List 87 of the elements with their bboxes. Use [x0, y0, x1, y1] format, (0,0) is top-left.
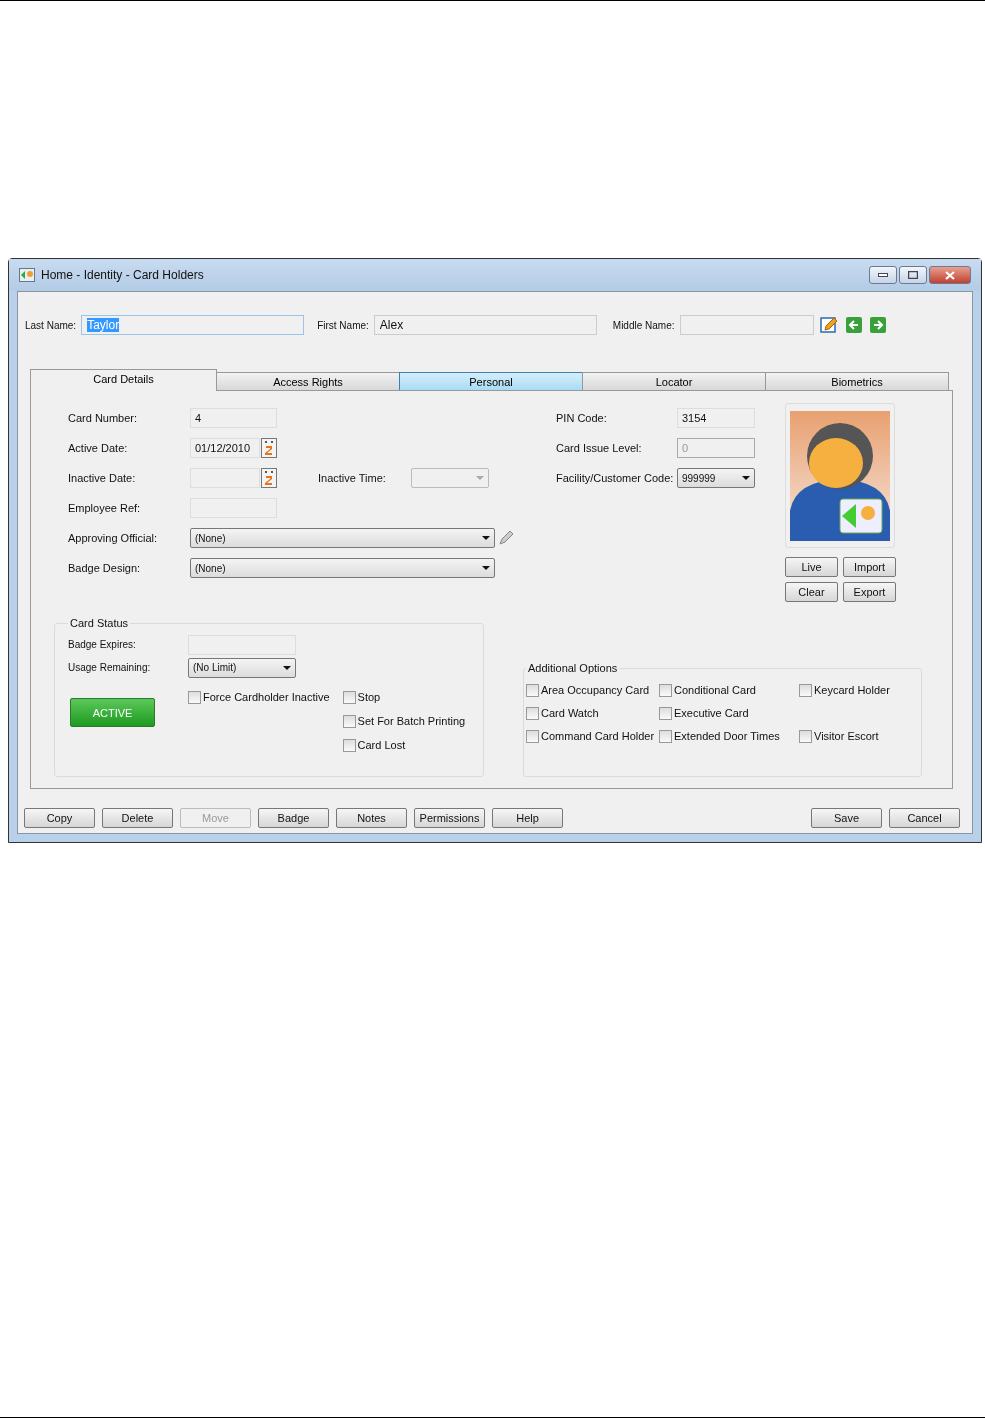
tab[interactable]: Personal — [399, 372, 583, 390]
checkbox[interactable] — [342, 690, 356, 704]
dropdown[interactable]: (None) — [190, 528, 495, 548]
field-label: Card Number: — [68, 412, 139, 424]
close-icon — [945, 270, 955, 280]
checkbox[interactable] — [659, 729, 672, 743]
checkbox[interactable] — [188, 690, 201, 704]
caret-icon — [476, 476, 484, 480]
calendar-icon[interactable] — [261, 468, 277, 488]
caret-icon — [482, 566, 490, 570]
checkbox-label: Extended Door Times — [674, 730, 780, 742]
pen-icon[interactable] — [498, 530, 514, 546]
arrow-right-icon[interactable] — [869, 317, 886, 333]
action-button[interactable]: Help — [492, 808, 563, 828]
edit-icon[interactable] — [819, 316, 838, 334]
name-field[interactable]: Alex — [373, 315, 597, 335]
action-button[interactable]: Delete — [102, 808, 173, 828]
field-label: Usage Remaining: — [68, 662, 152, 673]
field-label: Card Issue Level: — [556, 442, 643, 454]
dropdown[interactable]: (No Limit) — [188, 657, 296, 678]
checkbox-label: Force Cardholder Inactive — [203, 691, 330, 703]
maximize-button[interactable] — [899, 266, 927, 284]
field-label: Active Date: — [68, 442, 129, 454]
checkbox[interactable] — [799, 729, 812, 743]
photo-button[interactable]: Live — [785, 557, 838, 577]
checkbox[interactable] — [526, 683, 539, 697]
photo-button[interactable]: Import — [843, 557, 896, 577]
checkbox-label: Set For Batch Printing — [357, 715, 466, 727]
field-label: Badge Design: — [68, 562, 142, 574]
text-field[interactable]: 3154 — [677, 408, 755, 428]
field-label: First Name: — [317, 319, 369, 331]
tab[interactable]: Access Rights — [216, 372, 400, 390]
field-label: Employee Ref: — [68, 502, 142, 514]
checkbox[interactable] — [659, 683, 672, 697]
checkbox[interactable] — [342, 738, 356, 752]
action-button[interactable]: Badge — [258, 808, 329, 828]
close-button[interactable] — [929, 266, 971, 284]
field-label: PIN Code: — [556, 412, 608, 424]
field-label: Last Name: — [25, 319, 77, 331]
field-label: Badge Expires: — [68, 639, 137, 650]
caret-icon — [283, 665, 291, 670]
photo-button[interactable]: Clear — [785, 582, 838, 602]
app-icon — [19, 268, 35, 282]
caret-icon — [482, 536, 490, 540]
checkbox[interactable] — [526, 729, 539, 743]
checkbox-label: Visitor Escort — [814, 730, 879, 742]
photo-button[interactable]: Export — [843, 582, 896, 602]
checkbox-label: Executive Card — [674, 707, 749, 719]
field-label: Inactive Date: — [68, 472, 137, 484]
window-title: Home - Identity - Card Holders — [41, 268, 204, 282]
name-field[interactable] — [679, 315, 814, 335]
checkbox-label: Area Occupancy Card — [541, 684, 650, 696]
dropdown[interactable]: (None) — [190, 558, 495, 578]
checkbox[interactable] — [799, 683, 812, 697]
checkbox-label: Card Lost — [357, 739, 406, 751]
checkbox-label: Stop — [357, 691, 381, 703]
field-label: Middle Name: — [612, 319, 675, 331]
maximize-icon — [908, 271, 918, 279]
minimize-icon — [878, 273, 888, 277]
tab[interactable]: Locator — [582, 372, 766, 390]
action-button[interactable]: Save — [811, 808, 882, 828]
text-field[interactable]: 4 — [190, 408, 277, 428]
dropdown[interactable]: 999999 — [677, 468, 755, 488]
action-button[interactable]: Permissions — [414, 808, 485, 828]
arrow-left-icon[interactable] — [845, 317, 862, 333]
checkbox-label: Keycard Holder — [814, 684, 890, 696]
minimize-button[interactable] — [869, 266, 897, 284]
tab[interactable]: Card Details — [30, 369, 217, 391]
checkbox[interactable] — [659, 706, 672, 720]
tab[interactable]: Biometrics — [765, 372, 949, 390]
checkbox-label: Conditional Card — [674, 684, 756, 696]
checkbox-label: Card Watch — [541, 707, 599, 719]
field-label: Facility/Customer Code: — [556, 472, 675, 484]
checkbox[interactable] — [342, 714, 356, 728]
group-title: Additional Options — [527, 662, 619, 674]
field-label: Approving Official: — [68, 532, 159, 544]
group-title: Card Status — [69, 617, 130, 629]
date-field[interactable]: 01/12/2010 — [190, 438, 260, 458]
calendar-icon[interactable] — [261, 438, 277, 458]
caret-icon — [742, 476, 750, 480]
action-button[interactable]: Notes — [336, 808, 407, 828]
checkbox[interactable] — [526, 706, 539, 720]
field-label: Inactive Time: — [318, 472, 387, 484]
action-button[interactable]: Copy — [24, 808, 95, 828]
date-field[interactable] — [190, 468, 260, 488]
checkbox-label: Command Card Holder — [541, 730, 655, 742]
action-button[interactable]: Cancel — [889, 808, 960, 828]
